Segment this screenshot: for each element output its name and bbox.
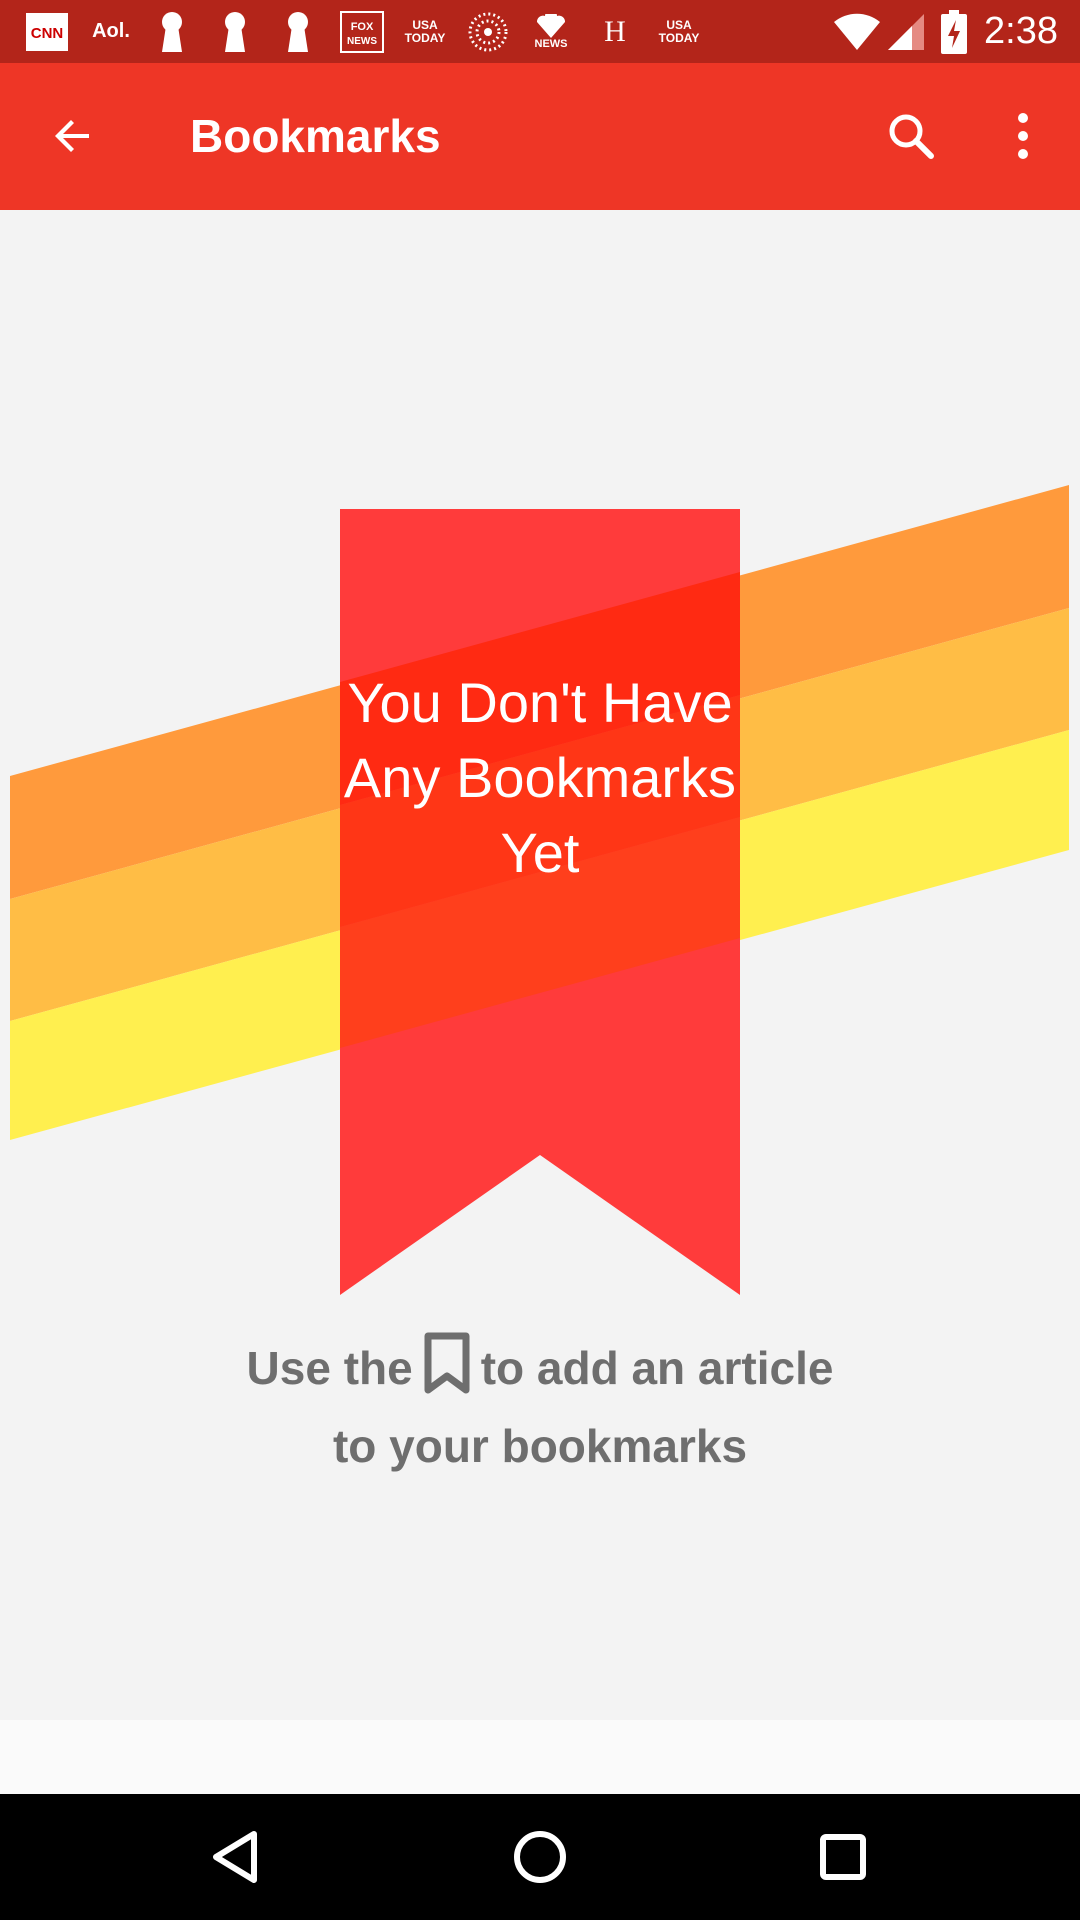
- system-navigation-bar: [0, 1794, 1080, 1920]
- usa-today-notification-icon: USA TODAY: [658, 17, 700, 45]
- empty-state-hint: Use the to add an article to your bookmar…: [240, 1332, 840, 1480]
- nav-home-button[interactable]: [495, 1812, 585, 1902]
- aol-notification-icon: Aol.: [92, 20, 130, 42]
- keyhole-notification-icon: [160, 0, 184, 63]
- svg-text:CNN: CNN: [31, 25, 64, 42]
- nbc-news-notification-icon: NEWS: [528, 0, 574, 63]
- more-options-button[interactable]: [978, 91, 1068, 181]
- arrow-back-icon: [55, 120, 89, 152]
- search-icon: [889, 114, 934, 159]
- app-bar: Bookmarks: [0, 63, 1080, 210]
- keyhole-notification-icon: [286, 0, 310, 63]
- nav-back-button[interactable]: [190, 1812, 280, 1902]
- search-button[interactable]: [866, 91, 956, 181]
- back-triangle-icon: [213, 1831, 257, 1883]
- bookmark-outline-icon: [423, 1332, 471, 1412]
- wifi-icon: [832, 0, 882, 63]
- nav-recents-button[interactable]: [798, 1812, 888, 1902]
- page-title: Bookmarks: [190, 110, 441, 162]
- keyhole-notification-icon: [223, 0, 247, 63]
- home-circle-icon: [514, 1831, 566, 1883]
- battery-charging-icon: [940, 0, 968, 63]
- recents-square-icon: [820, 1834, 866, 1880]
- bottom-strip: [0, 1720, 1080, 1794]
- status-bar: CNN Aol. FOX NEWS USA TODAY NEWS H USA TODA…: [0, 0, 1080, 63]
- hint-text-before: Use the: [246, 1342, 413, 1395]
- empty-bookmarks-illustration: [10, 485, 1069, 1295]
- huffpost-notification-icon: H: [604, 14, 626, 48]
- usa-today-notification-icon: USA TODAY: [404, 17, 446, 45]
- svg-text:NEWS: NEWS: [347, 36, 377, 47]
- bookmarks-empty-content: You Don't Have Any Bookmarks Yet Use the…: [0, 210, 1080, 1720]
- back-button[interactable]: [28, 91, 118, 181]
- more-vert-icon: [1018, 113, 1028, 159]
- cell-signal-icon: [886, 0, 926, 63]
- empty-state-title: You Don't Have Any Bookmarks Yet: [343, 671, 737, 884]
- fox-news-notification-icon: FOX NEWS: [340, 0, 384, 63]
- cnn-notification-icon: CNN: [26, 0, 68, 63]
- reuters-notification-icon: [466, 0, 510, 63]
- svg-text:FOX: FOX: [351, 21, 374, 33]
- status-time: 2:38: [984, 10, 1058, 52]
